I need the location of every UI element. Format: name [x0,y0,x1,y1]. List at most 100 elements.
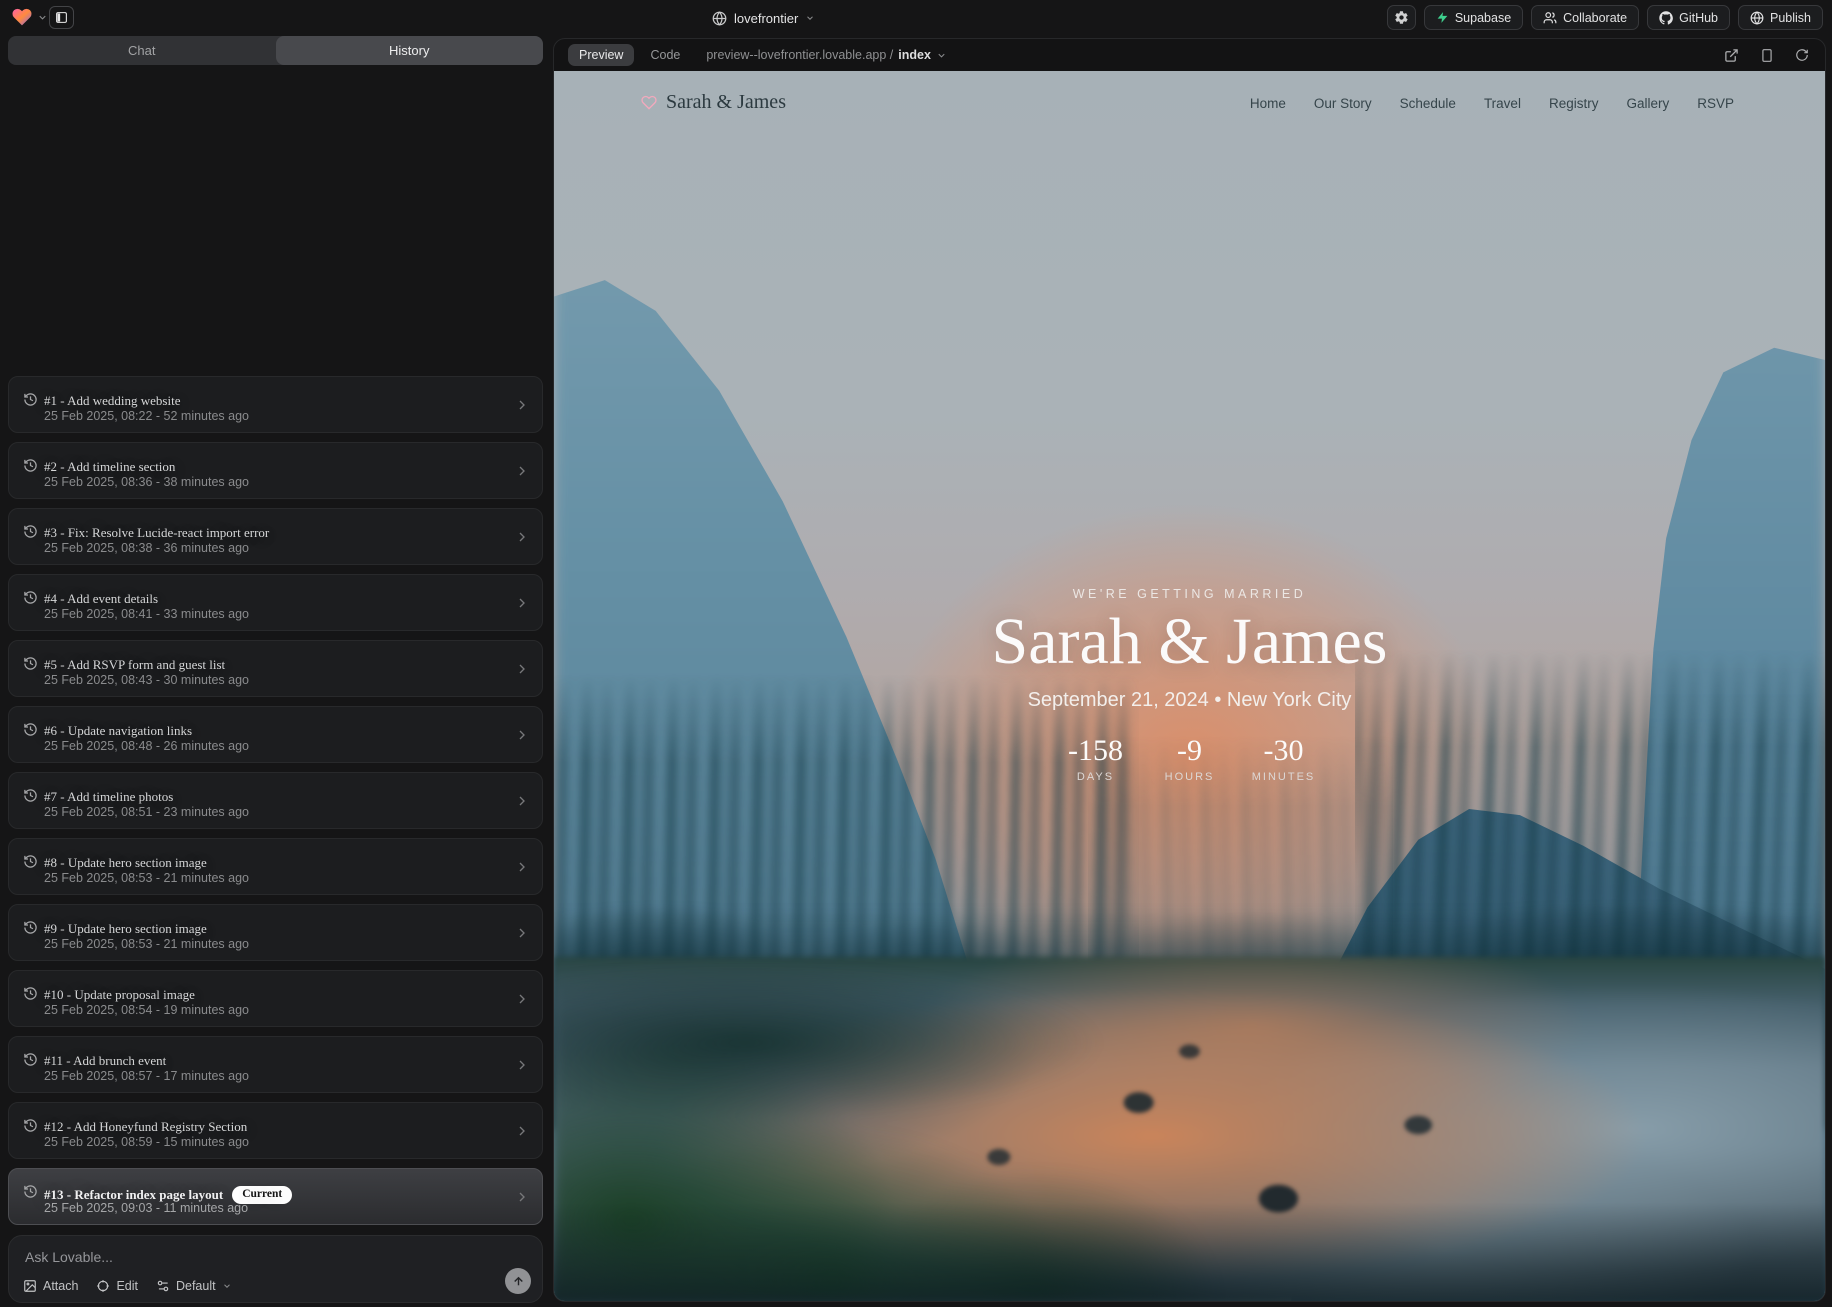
tab-code[interactable]: Code [650,48,680,62]
hero-date-location: September 21, 2024 • New York City [554,689,1825,712]
external-link-icon [1724,48,1739,63]
attach-button[interactable]: Attach [23,1279,78,1293]
refresh-icon [1795,48,1809,62]
countdown-label: DAYS [1064,771,1128,783]
hero-content: WE'RE GETTING MARRIED Sarah & James Sept… [554,587,1825,783]
history-item-timestamp: 25 Feb 2025, 08:38 - 36 minutes ago [44,541,249,555]
globe-icon [712,11,727,26]
site-nav-link[interactable]: Schedule [1400,96,1456,111]
chevron-right-icon [514,859,530,875]
history-item-timestamp: 25 Feb 2025, 08:36 - 38 minutes ago [44,475,249,489]
mobile-view-button[interactable] [1760,48,1774,63]
smartphone-icon [1760,48,1774,63]
countdown-cell: -158 DAYS [1064,734,1128,783]
history-item-title: #5 - Add RSVP form and guest list [44,658,225,671]
history-icon [23,458,38,473]
preview-url[interactable]: preview--lovefrontier.lovable.app / inde… [706,48,947,62]
history-item[interactable]: #9 - Update hero section image 25 Feb 20… [8,904,543,961]
collaborate-button[interactable]: Collaborate [1531,5,1639,30]
chat-history-tabs: Chat History [8,36,543,65]
supabase-button[interactable]: Supabase [1424,5,1523,30]
countdown-value: -158 [1064,734,1128,768]
github-button[interactable]: GitHub [1647,5,1730,30]
preview-panel: Preview Code preview--lovefrontier.lovab… [553,38,1826,1302]
history-item[interactable]: #10 - Update proposal image 25 Feb 2025,… [8,970,543,1027]
history-icon [23,656,38,671]
history-item-timestamp: 25 Feb 2025, 08:53 - 21 minutes ago [44,871,249,885]
site-brand-text: Sarah & James [666,91,786,114]
chevron-right-icon [514,1057,530,1073]
history-item[interactable]: #12 - Add Honeyfund Registry Section 25 … [8,1102,543,1159]
history-item[interactable]: #7 - Add timeline photos 25 Feb 2025, 08… [8,772,543,829]
history-item-timestamp: 25 Feb 2025, 08:53 - 21 minutes ago [44,937,249,951]
chevron-right-icon [514,793,530,809]
history-icon [23,986,38,1001]
site-nav-link[interactable]: Our Story [1314,96,1372,111]
history-item[interactable]: #2 - Add timeline section 25 Feb 2025, 0… [8,442,543,499]
site-nav-link[interactable]: Gallery [1626,96,1669,111]
chevron-right-icon [514,991,530,1007]
project-name: lovefrontier [734,11,798,26]
supabase-icon [1436,11,1449,24]
history-item-title: #6 - Update navigation links [44,724,192,737]
history-item[interactable]: #13 - Refactor index page layout Current… [8,1168,543,1225]
history-item-timestamp: 25 Feb 2025, 08:51 - 23 minutes ago [44,805,249,819]
chevron-down-icon [222,1281,232,1291]
sidebar-tab[interactable]: History [276,36,544,65]
history-list: #1 - Add wedding website 25 Feb 2025, 08… [8,66,543,1225]
tab-preview[interactable]: Preview [568,44,634,66]
history-item-title: #2 - Add timeline section [44,460,175,473]
history-item[interactable]: #3 - Fix: Resolve Lucide-react import er… [8,508,543,565]
publish-button[interactable]: Publish [1738,5,1823,30]
history-item[interactable]: #4 - Add event details 25 Feb 2025, 08:4… [8,574,543,631]
publish-globe-icon [1750,11,1764,25]
edit-button[interactable]: Edit [96,1279,138,1293]
site-nav-link[interactable]: Travel [1484,96,1521,111]
site-brand[interactable]: Sarah & James [641,91,786,114]
history-icon [23,854,38,869]
history-item-timestamp: 25 Feb 2025, 08:54 - 19 minutes ago [44,1003,249,1017]
lovable-logo-menu[interactable] [11,7,48,27]
history-item[interactable]: #8 - Update hero section image 25 Feb 20… [8,838,543,895]
chevron-right-icon [514,463,530,479]
history-item[interactable]: #11 - Add brunch event 25 Feb 2025, 08:5… [8,1036,543,1093]
site-nav-link[interactable]: Registry [1549,96,1599,111]
site-nav-link[interactable]: Home [1250,96,1286,111]
users-icon [1543,11,1557,25]
countdown-cell: -30 MINUTES [1252,734,1316,783]
project-selector[interactable]: lovefrontier [712,6,815,30]
history-item-title: #1 - Add wedding website [44,394,180,407]
sidebar-tab[interactable]: Chat [8,36,276,65]
history-item-timestamp: 25 Feb 2025, 08:43 - 30 minutes ago [44,673,249,687]
mode-selector[interactable]: Default [156,1279,232,1293]
chevron-right-icon [514,397,530,413]
countdown-cell: -9 HOURS [1158,734,1222,783]
site-nav-link[interactable]: RSVP [1697,96,1734,111]
settings-button[interactable] [1387,5,1416,30]
countdown-value: -30 [1252,734,1316,768]
website-preview: Sarah & James Home Our Story Schedule Tr… [554,71,1825,1301]
chevron-right-icon [514,727,530,743]
refresh-button[interactable] [1795,48,1809,62]
history-item[interactable]: #1 - Add wedding website 25 Feb 2025, 08… [8,376,543,433]
history-item-timestamp: 25 Feb 2025, 08:48 - 26 minutes ago [44,739,249,753]
send-button[interactable] [505,1268,531,1294]
history-item-timestamp: 25 Feb 2025, 09:03 - 11 minutes ago [44,1201,248,1215]
history-item-timestamp: 25 Feb 2025, 08:59 - 15 minutes ago [44,1135,249,1149]
history-item-title: #8 - Update hero section image [44,856,207,869]
history-item[interactable]: #6 - Update navigation links 25 Feb 2025… [8,706,543,763]
panel-left-icon [55,11,68,24]
history-item-title: #3 - Fix: Resolve Lucide-react import er… [44,526,269,539]
open-in-new-tab-button[interactable] [1724,48,1739,63]
history-item[interactable]: #5 - Add RSVP form and guest list 25 Feb… [8,640,543,697]
sidebar-toggle-button[interactable] [49,6,74,29]
history-icon [23,590,38,605]
history-icon [23,1052,38,1067]
chat-input[interactable] [9,1236,542,1276]
arrow-up-icon [512,1275,525,1288]
history-item-title: #10 - Update proposal image [44,988,195,1001]
chevron-right-icon [514,661,530,677]
site-nav: Home Our Story Schedule Travel Registry … [1250,96,1734,111]
history-icon [23,524,38,539]
chevron-down-icon [805,13,815,23]
